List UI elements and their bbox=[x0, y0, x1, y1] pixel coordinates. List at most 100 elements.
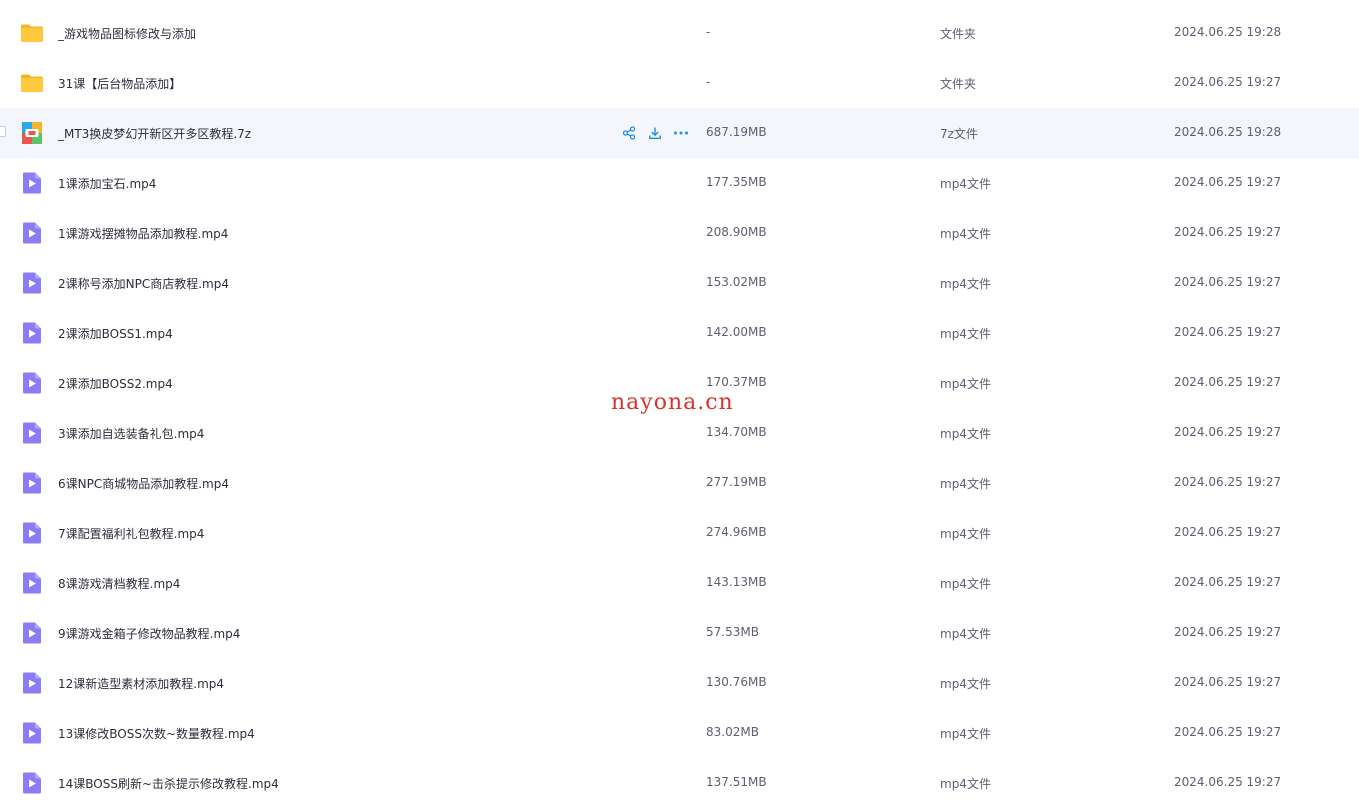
file-row-15[interactable]: 14课BOSS刷新~击杀提示修改教程.mp4 137.51MB mp4文件 20… bbox=[0, 758, 1359, 808]
video-file-icon bbox=[20, 471, 44, 495]
more-icon[interactable] bbox=[672, 125, 690, 141]
file-date: 2024.06.25 19:27 bbox=[1174, 525, 1282, 539]
file-name[interactable]: 9课游戏金箱子修改物品教程.mp4 bbox=[58, 625, 240, 642]
file-row-10[interactable]: 7课配置福利礼包教程.mp4 274.96MB mp4文件 2024.06.25… bbox=[0, 508, 1359, 558]
file-type: mp4文件 bbox=[940, 377, 991, 391]
file-name[interactable]: 14课BOSS刷新~击杀提示修改教程.mp4 bbox=[58, 775, 279, 792]
file-name[interactable]: 7课配置福利礼包教程.mp4 bbox=[58, 525, 204, 542]
video-file-icon bbox=[20, 171, 44, 195]
file-name[interactable]: 2课称号添加NPC商店教程.mp4 bbox=[58, 275, 229, 292]
file-type: mp4文件 bbox=[940, 527, 991, 541]
video-file-icon bbox=[20, 671, 44, 695]
file-row-8[interactable]: 3课添加自选装备礼包.mp4 134.70MB mp4文件 2024.06.25… bbox=[0, 408, 1359, 458]
file-date: 2024.06.25 19:27 bbox=[1174, 775, 1282, 789]
file-date: 2024.06.25 19:27 bbox=[1174, 175, 1282, 189]
file-row-3[interactable]: 1课添加宝石.mp4 177.35MB mp4文件 2024.06.25 19:… bbox=[0, 158, 1359, 208]
folder-icon bbox=[20, 71, 44, 95]
file-row-4[interactable]: 1课游戏摆摊物品添加教程.mp4 208.90MB mp4文件 2024.06.… bbox=[0, 208, 1359, 258]
file-size: 208.90MB bbox=[706, 225, 767, 239]
row-checkbox[interactable] bbox=[0, 126, 6, 137]
file-row-9[interactable]: 6课NPC商城物品添加教程.mp4 277.19MB mp4文件 2024.06… bbox=[0, 458, 1359, 508]
file-row-12[interactable]: 9课游戏金箱子修改物品教程.mp4 57.53MB mp4文件 2024.06.… bbox=[0, 608, 1359, 658]
video-file-icon bbox=[20, 771, 44, 795]
archive-icon bbox=[20, 121, 44, 145]
file-type: mp4文件 bbox=[940, 277, 991, 291]
file-name[interactable]: _游戏物品图标修改与添加 bbox=[58, 25, 196, 42]
file-date: 2024.06.25 19:28 bbox=[1174, 125, 1282, 139]
share-icon[interactable] bbox=[620, 125, 638, 141]
file-size: 274.96MB bbox=[706, 525, 767, 539]
file-size: 83.02MB bbox=[706, 725, 759, 739]
video-file-icon bbox=[20, 371, 44, 395]
file-date: 2024.06.25 19:27 bbox=[1174, 75, 1282, 89]
file-type: 文件夹 bbox=[940, 27, 977, 41]
file-name[interactable]: 31课【后台物品添加】 bbox=[58, 75, 181, 92]
video-file-icon bbox=[20, 221, 44, 245]
file-date: 2024.06.25 19:27 bbox=[1174, 725, 1282, 739]
file-date: 2024.06.25 19:27 bbox=[1174, 475, 1282, 489]
file-row-1[interactable]: 31课【后台物品添加】 - 文件夹 2024.06.25 19:27 bbox=[0, 58, 1359, 108]
file-type: mp4文件 bbox=[940, 177, 991, 191]
file-size: - bbox=[706, 75, 711, 89]
file-size: 687.19MB bbox=[706, 125, 767, 139]
file-row-13[interactable]: 12课新造型素材添加教程.mp4 130.76MB mp4文件 2024.06.… bbox=[0, 658, 1359, 708]
file-date: 2024.06.25 19:27 bbox=[1174, 625, 1282, 639]
file-type: mp4文件 bbox=[940, 627, 991, 641]
file-size: 170.37MB bbox=[706, 375, 767, 389]
download-icon[interactable] bbox=[646, 125, 664, 141]
file-size: 143.13MB bbox=[706, 575, 767, 589]
file-size: 177.35MB bbox=[706, 175, 767, 189]
file-name[interactable]: 2课添加BOSS2.mp4 bbox=[58, 375, 173, 392]
video-file-icon bbox=[20, 621, 44, 645]
file-name[interactable]: 2课添加BOSS1.mp4 bbox=[58, 325, 173, 342]
file-name[interactable]: 6课NPC商城物品添加教程.mp4 bbox=[58, 475, 229, 492]
file-size: 57.53MB bbox=[706, 625, 759, 639]
file-date: 2024.06.25 19:27 bbox=[1174, 675, 1282, 689]
video-file-icon bbox=[20, 321, 44, 345]
file-date: 2024.06.25 19:27 bbox=[1174, 225, 1282, 239]
video-file-icon bbox=[20, 721, 44, 745]
file-row-11[interactable]: 8课游戏清档教程.mp4 143.13MB mp4文件 2024.06.25 1… bbox=[0, 558, 1359, 608]
file-size: 142.00MB bbox=[706, 325, 767, 339]
file-row-0[interactable]: _游戏物品图标修改与添加 - 文件夹 2024.06.25 19:28 bbox=[0, 8, 1359, 58]
file-name[interactable]: 3课添加自选装备礼包.mp4 bbox=[58, 425, 204, 442]
file-type: mp4文件 bbox=[940, 577, 991, 591]
file-type: mp4文件 bbox=[940, 227, 991, 241]
file-size: 277.19MB bbox=[706, 475, 767, 489]
video-file-icon bbox=[20, 571, 44, 595]
file-type: mp4文件 bbox=[940, 777, 991, 791]
file-date: 2024.06.25 19:27 bbox=[1174, 575, 1282, 589]
file-size: 137.51MB bbox=[706, 775, 767, 789]
file-date: 2024.06.25 19:27 bbox=[1174, 425, 1282, 439]
file-date: 2024.06.25 19:27 bbox=[1174, 275, 1282, 289]
file-size: 153.02MB bbox=[706, 275, 767, 289]
file-type: mp4文件 bbox=[940, 427, 991, 441]
file-size: 130.76MB bbox=[706, 675, 767, 689]
file-size: - bbox=[706, 25, 711, 39]
watermark: nayona.cn bbox=[611, 390, 734, 415]
row-actions bbox=[620, 125, 690, 141]
file-type: mp4文件 bbox=[940, 677, 991, 691]
file-type: 7z文件 bbox=[940, 127, 978, 141]
file-type: mp4文件 bbox=[940, 727, 991, 741]
file-name[interactable]: 8课游戏清档教程.mp4 bbox=[58, 575, 180, 592]
file-type: mp4文件 bbox=[940, 477, 991, 491]
video-file-icon bbox=[20, 271, 44, 295]
file-type: mp4文件 bbox=[940, 327, 991, 341]
file-row-2[interactable]: _MT3换皮梦幻开新区开多区教程.7z 687.19MB 7z文件 2024.0… bbox=[0, 108, 1359, 158]
file-row-6[interactable]: 2课添加BOSS1.mp4 142.00MB mp4文件 2024.06.25 … bbox=[0, 308, 1359, 358]
file-name[interactable]: 12课新造型素材添加教程.mp4 bbox=[58, 675, 224, 692]
file-date: 2024.06.25 19:27 bbox=[1174, 375, 1282, 389]
file-name[interactable]: 1课添加宝石.mp4 bbox=[58, 175, 156, 192]
file-date: 2024.06.25 19:27 bbox=[1174, 325, 1282, 339]
file-date: 2024.06.25 19:28 bbox=[1174, 25, 1282, 39]
video-file-icon bbox=[20, 521, 44, 545]
file-row-14[interactable]: 13课修改BOSS次数~数量教程.mp4 83.02MB mp4文件 2024.… bbox=[0, 708, 1359, 758]
file-name[interactable]: 13课修改BOSS次数~数量教程.mp4 bbox=[58, 725, 255, 742]
file-row-5[interactable]: 2课称号添加NPC商店教程.mp4 153.02MB mp4文件 2024.06… bbox=[0, 258, 1359, 308]
file-name[interactable]: _MT3换皮梦幻开新区开多区教程.7z bbox=[58, 125, 251, 142]
file-type: 文件夹 bbox=[940, 77, 977, 91]
file-name[interactable]: 1课游戏摆摊物品添加教程.mp4 bbox=[58, 225, 228, 242]
folder-icon bbox=[20, 21, 44, 45]
video-file-icon bbox=[20, 421, 44, 445]
